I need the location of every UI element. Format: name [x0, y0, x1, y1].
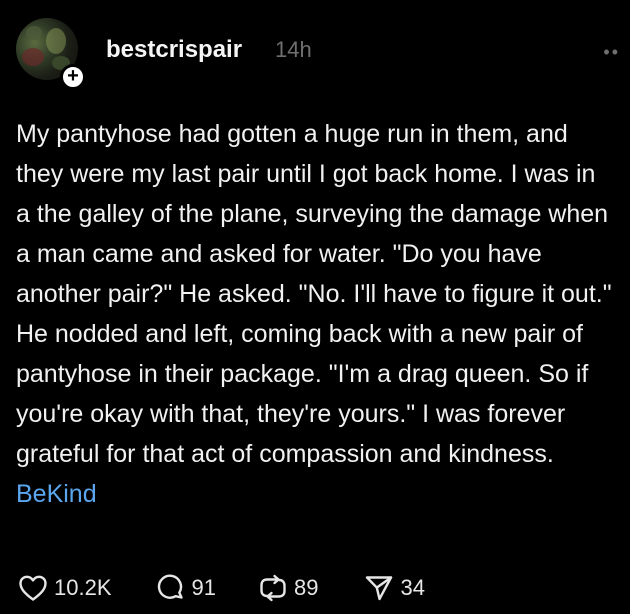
- post-body: My pantyhose had gotten a huge run in th…: [16, 114, 616, 514]
- share-button[interactable]: 34: [364, 573, 425, 603]
- repost-button[interactable]: 89: [258, 574, 318, 602]
- username[interactable]: bestcrispair: [106, 36, 242, 64]
- post-text: My pantyhose had gotten a huge run in th…: [16, 120, 612, 468]
- comment-icon: [157, 574, 183, 599]
- post-header: + bestcrispair 14h ••: [16, 18, 618, 98]
- reply-count: 91: [191, 575, 216, 600]
- plus-icon[interactable]: +: [60, 64, 86, 90]
- send-icon: [366, 576, 393, 601]
- like-count: 10.2K: [54, 575, 112, 600]
- reply-button[interactable]: 91: [156, 573, 216, 603]
- action-bar: 10.2K 91 89 34: [18, 571, 618, 605]
- repost-count: 89: [293, 575, 319, 600]
- post-time: 14h: [275, 37, 312, 62]
- like-button[interactable]: 10.2K: [18, 574, 112, 602]
- more-icon[interactable]: ••: [603, 42, 620, 63]
- repost-icon: [260, 574, 286, 602]
- heart-icon: [19, 575, 47, 601]
- share-count: 34: [400, 575, 425, 600]
- hashtag-link[interactable]: BeKind: [16, 480, 97, 508]
